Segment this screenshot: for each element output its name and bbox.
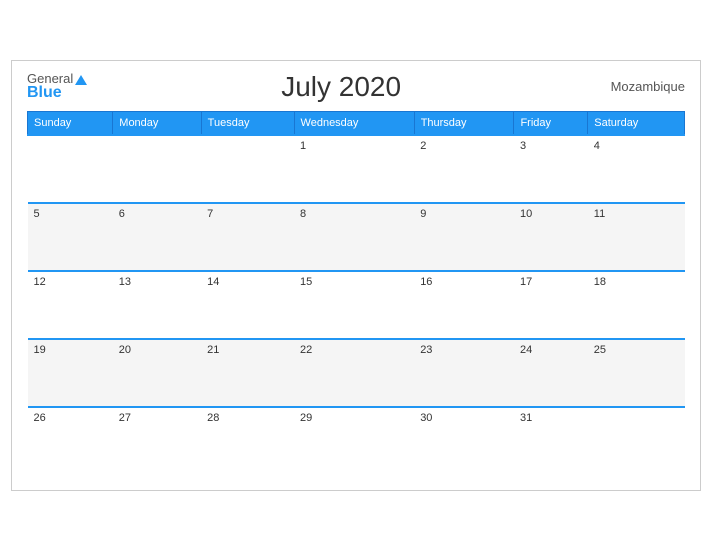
weekday-header-tuesday: Tuesday [201, 111, 294, 135]
day-number-23: 23 [420, 344, 508, 356]
logo-blue-text: Blue [27, 85, 87, 101]
logo: General Blue [27, 72, 87, 101]
day-number-28: 28 [207, 412, 288, 424]
day-number-2: 2 [420, 140, 508, 152]
weekday-header-monday: Monday [113, 111, 201, 135]
week-row-3: 12 13 14 15 16 17 18 [28, 271, 685, 339]
weekday-header-row: SundayMondayTuesdayWednesdayThursdayFrid… [28, 111, 685, 135]
week-row-4: 19 20 21 22 23 24 25 [28, 339, 685, 407]
week-row-1: 1234 [28, 135, 685, 203]
day-number-26: 26 [34, 412, 107, 424]
day-cell-15: 15 [294, 271, 414, 339]
day-number-12: 12 [34, 276, 107, 288]
day-number-3: 3 [520, 140, 582, 152]
calendar-country: Mozambique [595, 79, 685, 94]
day-number-20: 20 [119, 344, 195, 356]
day-cell-14: 14 [201, 271, 294, 339]
day-number-5: 5 [34, 208, 107, 220]
day-number-18: 18 [594, 276, 679, 288]
day-number-16: 16 [420, 276, 508, 288]
day-cell-8: 8 [294, 203, 414, 271]
day-number-11: 11 [594, 208, 679, 220]
day-number-17: 17 [520, 276, 582, 288]
day-cell-22: 22 [294, 339, 414, 407]
day-cell-16: 16 [414, 271, 514, 339]
day-number-13: 13 [119, 276, 195, 288]
weekday-header-wednesday: Wednesday [294, 111, 414, 135]
day-number-31: 31 [520, 412, 582, 424]
day-number-9: 9 [420, 208, 508, 220]
day-cell-6: 6 [113, 203, 201, 271]
day-cell-26: 26 [28, 407, 113, 475]
day-number-8: 8 [300, 208, 408, 220]
calendar-container: General Blue July 2020 Mozambique Sunday… [11, 60, 701, 491]
day-cell-19: 19 [28, 339, 113, 407]
day-number-4: 4 [594, 140, 679, 152]
day-cell-1: 1 [294, 135, 414, 203]
day-cell-7: 7 [201, 203, 294, 271]
logo-triangle-icon [75, 75, 87, 85]
empty-cell-0-0 [28, 135, 113, 203]
day-cell-24: 24 [514, 339, 588, 407]
day-cell-25: 25 [588, 339, 685, 407]
day-number-14: 14 [207, 276, 288, 288]
day-cell-23: 23 [414, 339, 514, 407]
empty-cell-4-6 [588, 407, 685, 475]
calendar-title: July 2020 [87, 71, 595, 103]
day-cell-31: 31 [514, 407, 588, 475]
day-number-27: 27 [119, 412, 195, 424]
day-number-24: 24 [520, 344, 582, 356]
day-number-7: 7 [207, 208, 288, 220]
weekday-header-friday: Friday [514, 111, 588, 135]
day-cell-29: 29 [294, 407, 414, 475]
day-number-10: 10 [520, 208, 582, 220]
day-number-19: 19 [34, 344, 107, 356]
day-cell-3: 3 [514, 135, 588, 203]
day-cell-12: 12 [28, 271, 113, 339]
day-number-15: 15 [300, 276, 408, 288]
empty-cell-0-1 [113, 135, 201, 203]
day-cell-9: 9 [414, 203, 514, 271]
day-number-25: 25 [594, 344, 679, 356]
day-cell-2: 2 [414, 135, 514, 203]
day-cell-30: 30 [414, 407, 514, 475]
day-cell-20: 20 [113, 339, 201, 407]
day-cell-10: 10 [514, 203, 588, 271]
day-cell-27: 27 [113, 407, 201, 475]
calendar-header: General Blue July 2020 Mozambique [27, 71, 685, 103]
weekday-header-saturday: Saturday [588, 111, 685, 135]
calendar-grid: SundayMondayTuesdayWednesdayThursdayFrid… [27, 111, 685, 475]
week-row-2: 56789 10 11 [28, 203, 685, 271]
week-row-5: 26 27 28 29 30 31 [28, 407, 685, 475]
day-number-6: 6 [119, 208, 195, 220]
day-number-21: 21 [207, 344, 288, 356]
day-cell-4: 4 [588, 135, 685, 203]
weekday-header-sunday: Sunday [28, 111, 113, 135]
empty-cell-0-2 [201, 135, 294, 203]
day-cell-11: 11 [588, 203, 685, 271]
day-cell-17: 17 [514, 271, 588, 339]
day-cell-28: 28 [201, 407, 294, 475]
day-number-22: 22 [300, 344, 408, 356]
day-cell-21: 21 [201, 339, 294, 407]
day-cell-13: 13 [113, 271, 201, 339]
day-number-30: 30 [420, 412, 508, 424]
day-number-1: 1 [300, 140, 408, 152]
day-number-29: 29 [300, 412, 408, 424]
weekday-header-thursday: Thursday [414, 111, 514, 135]
day-cell-5: 5 [28, 203, 113, 271]
day-cell-18: 18 [588, 271, 685, 339]
